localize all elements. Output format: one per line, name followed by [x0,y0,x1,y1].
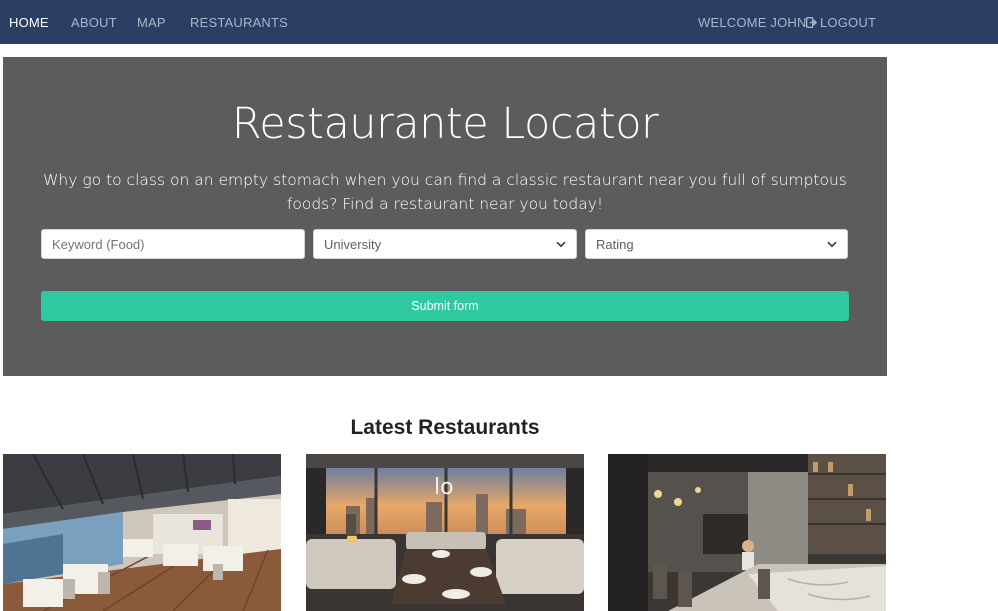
university-select[interactable]: University [313,229,577,259]
page-title: Restaurante Locator [231,99,659,149]
svg-text:lo: lo [434,475,454,500]
restaurant-card-image[interactable] [608,454,886,611]
nav-map-link[interactable]: MAP [137,15,166,30]
keyword-field[interactable] [41,229,305,259]
restaurant-card-image[interactable]: lo [306,454,584,611]
submit-button[interactable]: Submit form [41,291,849,321]
logout-link[interactable]: LOGOUT [806,15,876,30]
nav-about-link[interactable]: ABOUT [71,15,117,30]
rating-select[interactable]: Rating [585,229,848,259]
search-hero: Restaurante Locator Why go to class on a… [3,57,887,376]
chevron-down-icon [556,241,566,248]
keyword-input[interactable] [52,236,294,252]
rating-select-value: Rating [596,236,634,252]
nav-home-link[interactable]: HOME [9,15,49,30]
restaurant-card-image[interactable] [3,454,281,611]
hero-description: Why go to class on an empty stomach when… [43,171,847,213]
welcome-user-text: WELCOME JOHN [698,15,807,30]
sign-out-icon [806,17,818,28]
chevron-down-icon [827,241,837,248]
logout-label: LOGOUT [820,15,877,30]
nav-restaurants-link[interactable]: RESTAURANTS [190,15,288,30]
university-select-value: University [324,236,382,252]
latest-restaurants-heading: Latest Restaurants [350,416,540,439]
top-navbar: HOME ABOUT MAP RESTAURANTS WELCOME JOHN … [0,0,998,44]
